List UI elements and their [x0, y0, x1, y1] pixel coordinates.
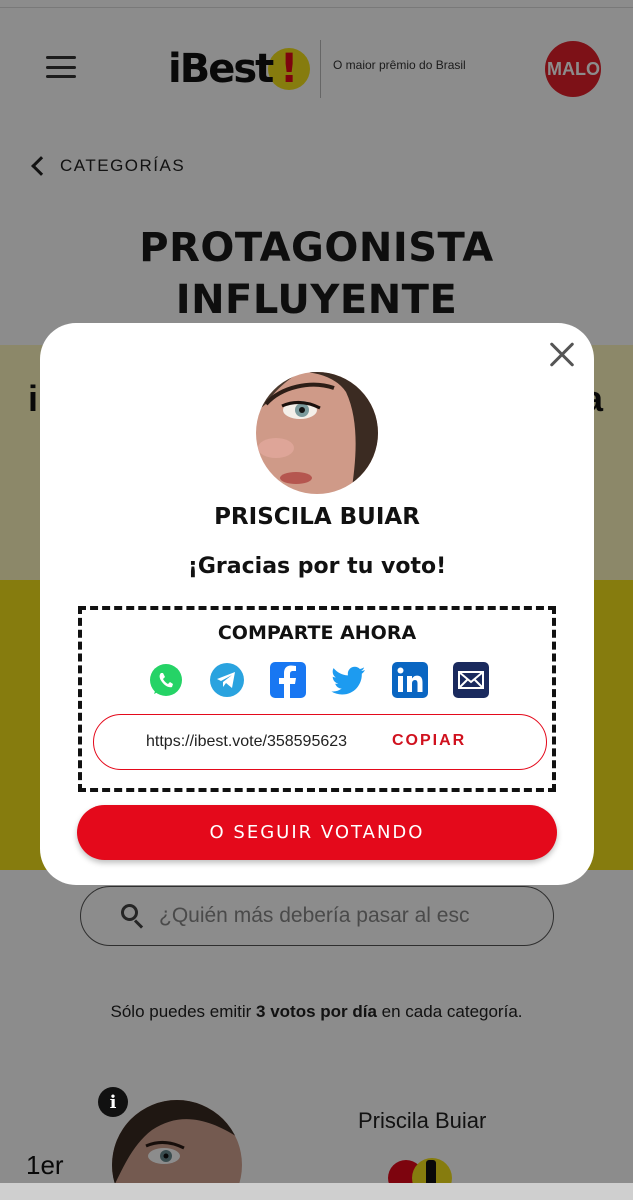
continue-voting-button[interactable]: O SEGUIR VOTANDO [77, 805, 557, 860]
nominee-photo-image [256, 372, 378, 494]
email-icon[interactable] [453, 662, 489, 698]
nominee-photo [256, 372, 378, 494]
share-link-url[interactable]: https://ibest.vote/358595623 [146, 733, 347, 751]
whatsapp-icon[interactable] [148, 662, 184, 698]
vote-confirmation-modal: PRISCILA BUIAR ¡Gracias por tu voto! COM… [40, 323, 594, 885]
twitter-icon[interactable] [331, 662, 367, 698]
thanks-message: ¡Gracias por tu voto! [187, 554, 447, 579]
share-icon-row [148, 662, 489, 698]
share-section: COMPARTE AHORA https://ibest.vote/358595… [78, 606, 556, 792]
close-icon[interactable] [548, 341, 576, 369]
copy-link-button[interactable]: COPIAR [392, 732, 466, 750]
info-icon[interactable]: i [98, 1087, 128, 1117]
share-title: COMPARTE AHORA [217, 622, 417, 644]
browser-bottom-bar [0, 1183, 633, 1200]
share-link-field[interactable]: https://ibest.vote/358595623 COPIAR [93, 714, 547, 770]
linkedin-icon[interactable] [392, 662, 428, 698]
facebook-icon[interactable] [270, 662, 306, 698]
nominee-name: PRISCILA BUIAR [214, 504, 420, 530]
telegram-icon[interactable] [209, 662, 245, 698]
